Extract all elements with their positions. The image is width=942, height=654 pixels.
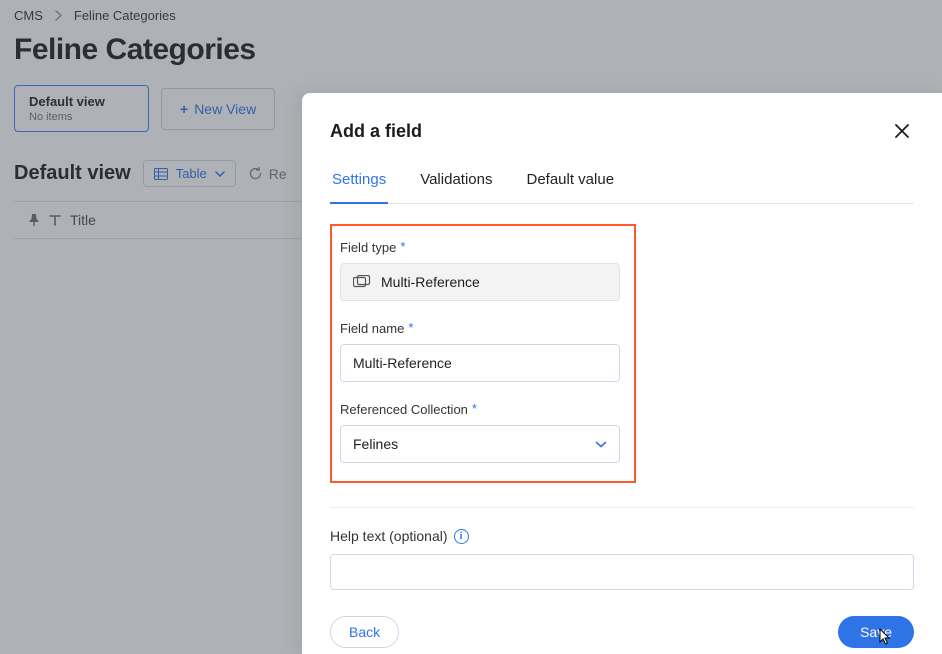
divider	[330, 507, 914, 508]
field-name-input[interactable]	[340, 344, 620, 382]
close-button[interactable]	[890, 119, 914, 143]
modal-title: Add a field	[330, 121, 422, 142]
highlighted-region: Field type* Multi-Reference Field name* …	[330, 224, 636, 483]
referenced-collection-label: Referenced Collection*	[340, 402, 620, 417]
help-text-input[interactable]	[330, 554, 914, 590]
tab-default-value[interactable]: Default value	[524, 171, 616, 204]
tab-settings[interactable]: Settings	[330, 171, 388, 204]
multi-reference-icon	[353, 275, 371, 289]
chevron-down-icon	[595, 441, 607, 448]
info-icon[interactable]: i	[454, 529, 469, 544]
field-type-display[interactable]: Multi-Reference	[340, 263, 620, 301]
add-field-modal: Add a field Settings Validations Default…	[302, 93, 942, 654]
modal-tabs: Settings Validations Default value	[330, 171, 914, 204]
field-type-label: Field type*	[340, 240, 620, 255]
back-button[interactable]: Back	[330, 616, 399, 648]
save-button[interactable]: Save	[838, 616, 914, 648]
close-icon	[894, 123, 910, 139]
field-name-label: Field name*	[340, 321, 620, 336]
field-type-value: Multi-Reference	[381, 274, 480, 290]
help-text-label: Help text (optional) i	[330, 528, 914, 544]
referenced-collection-select[interactable]: Felines	[340, 425, 620, 463]
referenced-collection-value: Felines	[353, 436, 398, 452]
tab-validations[interactable]: Validations	[418, 171, 494, 204]
